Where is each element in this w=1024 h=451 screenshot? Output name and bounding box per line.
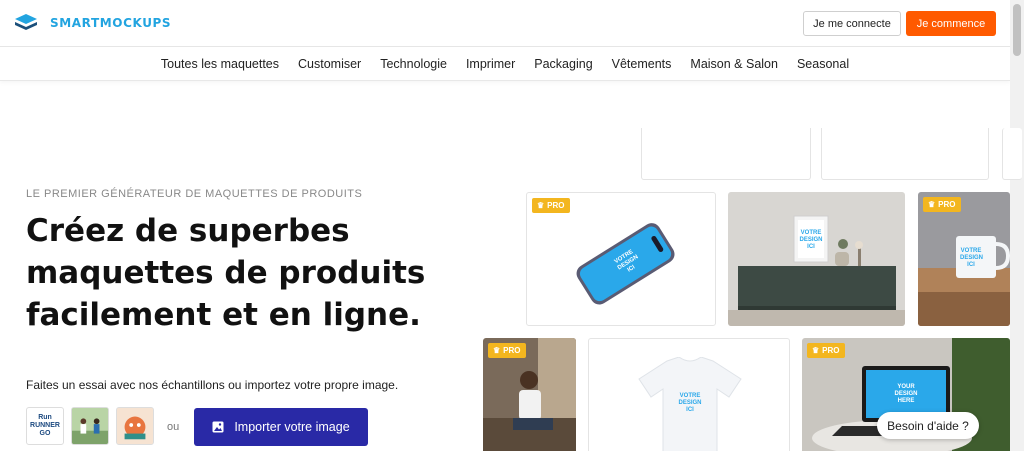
- logo-icon: [15, 14, 37, 30]
- start-button[interactable]: Je commence: [906, 11, 996, 36]
- page-scrollbar[interactable]: [1010, 0, 1024, 451]
- hero-eyebrow: LE PREMIER GÉNÉRATEUR DE MAQUETTES DE PR…: [26, 188, 363, 200]
- import-image-label: Importer votre image: [234, 420, 350, 434]
- sample-image-runner[interactable]: Run RUNNER GO: [26, 407, 64, 445]
- pro-badge: ♛ PRO: [923, 197, 961, 212]
- illustration-icon: [117, 408, 153, 444]
- mockup-card-person[interactable]: ♛ PRO: [483, 338, 576, 451]
- design-placeholder-tshirt: VOTRE DESIGN ICI: [678, 393, 702, 413]
- pro-badge: ♛ PRO: [488, 343, 526, 358]
- nav-item-all[interactable]: Toutes les maquettes: [161, 57, 279, 71]
- mockup-card-top-1[interactable]: [641, 128, 811, 180]
- nav-item-packaging[interactable]: Packaging: [534, 57, 592, 71]
- login-button[interactable]: Je me connecte: [803, 11, 901, 36]
- mockup-card-top-3[interactable]: [1002, 128, 1022, 180]
- people-photo-icon: [72, 408, 108, 444]
- nav-item-technology[interactable]: Technologie: [380, 57, 447, 71]
- crown-icon: ♛: [812, 346, 820, 355]
- image-upload-icon: [212, 421, 224, 433]
- mockup-card-tshirt[interactable]: VOTRE DESIGN ICI: [588, 338, 790, 451]
- design-placeholder-mug: VOTRE DESIGN ICI: [960, 248, 984, 268]
- nav-item-seasonal[interactable]: Seasonal: [797, 57, 849, 71]
- sample-image-illustration[interactable]: [116, 407, 154, 445]
- or-separator: ou: [167, 421, 180, 433]
- mockup-card-mug[interactable]: ♛ PRO VOTRE DESIGN ICI: [918, 192, 1010, 326]
- hero-subtext: Faites un essai avec nos échantillons ou…: [26, 378, 399, 392]
- help-button[interactable]: Besoin d'aide ?: [877, 412, 979, 439]
- category-nav: Toutes les maquettes Customiser Technolo…: [0, 47, 1010, 81]
- nav-item-print[interactable]: Imprimer: [466, 57, 515, 71]
- crown-icon: ♛: [928, 200, 936, 209]
- crown-icon: ♛: [493, 346, 501, 355]
- hero-headline: Créez de superbes maquettes de produits …: [26, 213, 426, 333]
- nav-item-apparel[interactable]: Vêtements: [612, 57, 672, 71]
- crown-icon: ♛: [537, 201, 545, 210]
- mockup-card-top-2[interactable]: [821, 128, 989, 180]
- logo[interactable]: SMARTMOCKUPS: [14, 13, 171, 33]
- pro-badge: ♛ PRO: [807, 343, 845, 358]
- import-image-button[interactable]: Importer votre image: [194, 408, 368, 446]
- design-placeholder-frame: VOTRE DESIGN ICI: [799, 230, 823, 250]
- design-placeholder-laptop: YOUR DESIGN HERE: [894, 384, 918, 404]
- logo-text: SMARTMOCKUPS: [50, 16, 172, 30]
- scrollbar-thumb[interactable]: [1013, 4, 1021, 56]
- frame-mockup-image: [728, 192, 905, 326]
- mockup-card-frame[interactable]: VOTRE DESIGN ICI: [728, 192, 905, 326]
- nav-item-home[interactable]: Maison & Salon: [690, 57, 778, 71]
- top-header: SMARTMOCKUPS Je me connecte Je commence: [0, 0, 1010, 47]
- sample-image-runner-text: Run RUNNER GO: [30, 414, 60, 437]
- mockup-card-phone[interactable]: ♛ PRO VOTRE DESIGN ICI: [526, 192, 716, 326]
- sample-image-people[interactable]: [71, 407, 109, 445]
- nav-item-customize[interactable]: Customiser: [298, 57, 361, 71]
- pro-badge: ♛ PRO: [532, 198, 570, 213]
- sample-images: Run RUNNER GO: [26, 407, 154, 445]
